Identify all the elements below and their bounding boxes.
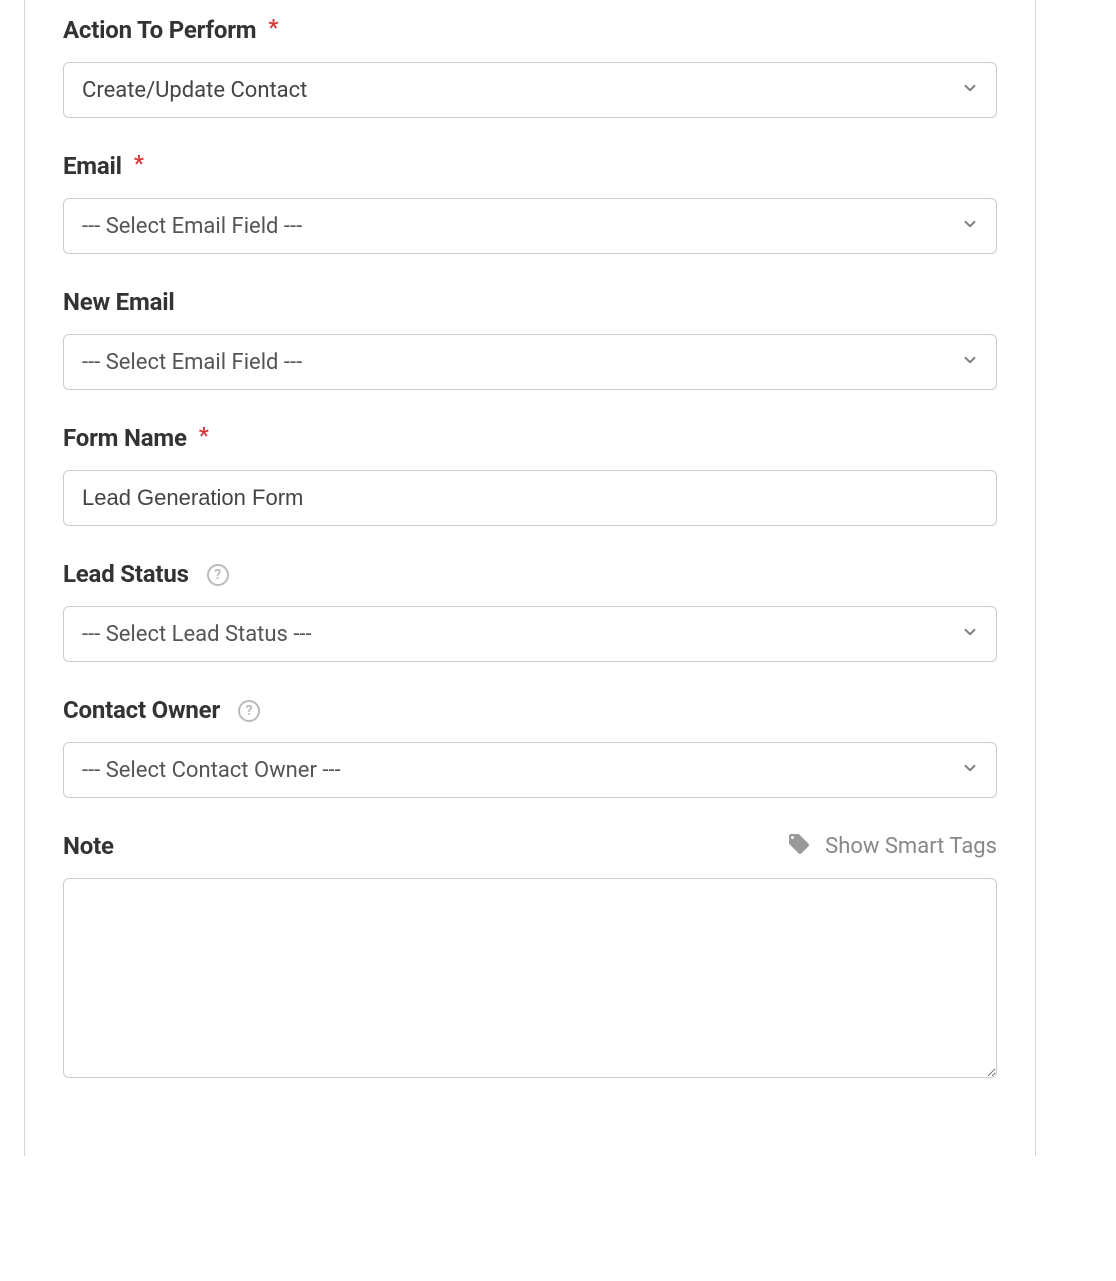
lead-status-label: Lead Status bbox=[63, 560, 189, 588]
contact-owner-select[interactable]: --- Select Contact Owner --- bbox=[63, 742, 997, 798]
action-select[interactable]: Create/Update Contact bbox=[63, 62, 997, 118]
smart-tags-label: Show Smart Tags bbox=[825, 834, 997, 859]
note-group: Note Show Smart Tags bbox=[63, 832, 997, 1082]
form-name-label-row: Form Name * bbox=[63, 424, 997, 452]
lead-status-group: Lead Status ? --- Select Lead Status --- bbox=[63, 560, 997, 662]
email-label: Email bbox=[63, 152, 122, 180]
note-label: Note bbox=[63, 832, 114, 860]
action-select-value: Create/Update Contact bbox=[82, 78, 307, 103]
note-textarea[interactable] bbox=[63, 878, 997, 1078]
required-mark-email: * bbox=[134, 152, 144, 177]
email-select-wrap: --- Select Email Field --- bbox=[63, 198, 997, 254]
lead-status-label-row: Lead Status ? bbox=[63, 560, 997, 588]
email-select-placeholder: --- Select Email Field --- bbox=[82, 214, 302, 239]
contact-owner-placeholder: --- Select Contact Owner --- bbox=[82, 758, 341, 783]
contact-owner-group: Contact Owner ? --- Select Contact Owner… bbox=[63, 696, 997, 798]
action-label-row: Action To Perform * bbox=[63, 16, 997, 44]
form-name-label: Form Name bbox=[63, 424, 187, 452]
form-name-input[interactable] bbox=[63, 470, 997, 526]
show-smart-tags-button[interactable]: Show Smart Tags bbox=[787, 832, 997, 860]
form-panel: Action To Perform * Create/Update Contac… bbox=[24, 0, 1036, 1156]
note-label-row: Note Show Smart Tags bbox=[63, 832, 997, 860]
new-email-group: New Email --- Select Email Field --- bbox=[63, 288, 997, 390]
new-email-select-placeholder: --- Select Email Field --- bbox=[82, 350, 302, 375]
email-select[interactable]: --- Select Email Field --- bbox=[63, 198, 997, 254]
email-label-row: Email * bbox=[63, 152, 997, 180]
email-group: Email * --- Select Email Field --- bbox=[63, 152, 997, 254]
new-email-label-row: New Email bbox=[63, 288, 997, 316]
action-group: Action To Perform * Create/Update Contac… bbox=[63, 16, 997, 118]
form-name-group: Form Name * bbox=[63, 424, 997, 526]
help-icon[interactable]: ? bbox=[238, 700, 260, 722]
contact-owner-label-row: Contact Owner ? bbox=[63, 696, 997, 724]
help-icon[interactable]: ? bbox=[207, 564, 229, 586]
new-email-label: New Email bbox=[63, 288, 175, 316]
action-label: Action To Perform bbox=[63, 16, 256, 44]
required-mark-action: * bbox=[268, 16, 278, 41]
new-email-select[interactable]: --- Select Email Field --- bbox=[63, 334, 997, 390]
lead-status-placeholder: --- Select Lead Status --- bbox=[82, 622, 312, 647]
lead-status-select-wrap: --- Select Lead Status --- bbox=[63, 606, 997, 662]
new-email-select-wrap: --- Select Email Field --- bbox=[63, 334, 997, 390]
action-select-wrap: Create/Update Contact bbox=[63, 62, 997, 118]
tag-icon bbox=[787, 832, 811, 860]
required-mark-form-name: * bbox=[199, 424, 209, 449]
contact-owner-select-wrap: --- Select Contact Owner --- bbox=[63, 742, 997, 798]
lead-status-select[interactable]: --- Select Lead Status --- bbox=[63, 606, 997, 662]
contact-owner-label: Contact Owner bbox=[63, 696, 220, 724]
